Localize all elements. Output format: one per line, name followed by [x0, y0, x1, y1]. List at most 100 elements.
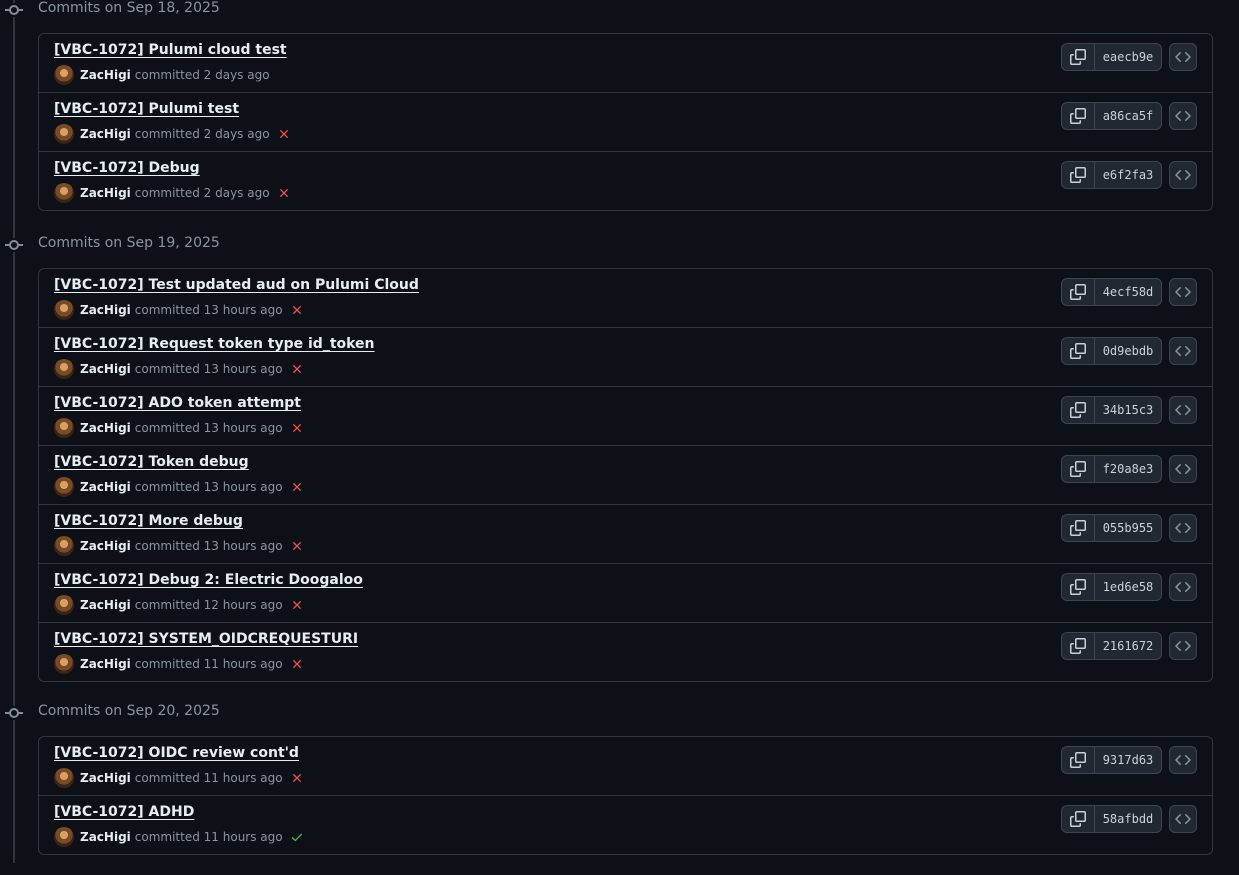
- fail-x-icon[interactable]: [290, 362, 304, 376]
- fail-x-icon[interactable]: [290, 303, 304, 317]
- copy-icon: [1070, 579, 1086, 595]
- commit-row: [VBC-1072] SYSTEM_OIDCREQUESTURI ZacHigi c…: [39, 622, 1212, 681]
- browse-repo-button[interactable]: [1169, 746, 1197, 774]
- commit-author-link[interactable]: ZacHigi: [80, 127, 131, 141]
- commit-meta: ZacHigi committed 2 days ago: [54, 183, 291, 203]
- avatar[interactable]: [54, 183, 74, 203]
- fail-x-icon[interactable]: [290, 421, 304, 435]
- commit-author-link[interactable]: ZacHigi: [80, 421, 131, 435]
- copy-icon: [1070, 284, 1086, 300]
- copy-sha-button[interactable]: [1062, 806, 1095, 832]
- browse-repo-button[interactable]: [1169, 455, 1197, 483]
- copy-sha-button[interactable]: [1062, 574, 1095, 600]
- avatar[interactable]: [54, 768, 74, 788]
- commit-author-link[interactable]: ZacHigi: [80, 598, 131, 612]
- fail-x-icon[interactable]: [290, 657, 304, 671]
- commit-sha-link[interactable]: 1ed6e58: [1095, 574, 1161, 600]
- commit-title-link[interactable]: [VBC-1072] ADHD: [54, 804, 194, 820]
- commit-author-link[interactable]: ZacHigi: [80, 480, 131, 494]
- browse-repo-button[interactable]: [1169, 278, 1197, 306]
- commit-author-link[interactable]: ZacHigi: [80, 303, 131, 317]
- sha-button-group: 0d9ebdb: [1061, 337, 1162, 365]
- fail-x-icon[interactable]: [290, 598, 304, 612]
- commit-meta: ZacHigi committed 13 hours ago: [54, 536, 304, 556]
- browse-repo-button[interactable]: [1169, 102, 1197, 130]
- commit-sha-link[interactable]: a86ca5f: [1095, 103, 1161, 129]
- success-check-icon[interactable]: [290, 830, 304, 844]
- commit-title-link[interactable]: [VBC-1072] Debug: [54, 160, 200, 176]
- copy-sha-button[interactable]: [1062, 633, 1095, 659]
- browse-repo-button[interactable]: [1169, 161, 1197, 189]
- commit-title-link[interactable]: [VBC-1072] ADO token attempt: [54, 395, 301, 411]
- commit-meta: ZacHigi committed 12 hours ago: [54, 595, 304, 615]
- avatar[interactable]: [54, 300, 74, 320]
- fail-x-icon[interactable]: [290, 480, 304, 494]
- commit-sha-link[interactable]: 055b955: [1095, 515, 1161, 541]
- copy-sha-button[interactable]: [1062, 103, 1095, 129]
- avatar[interactable]: [54, 418, 74, 438]
- commit-title-link[interactable]: [VBC-1072] Request token type id_token: [54, 336, 375, 352]
- commit-title-link[interactable]: [VBC-1072] Debug 2: Electric Doogaloo: [54, 572, 363, 588]
- commit-title-link[interactable]: [VBC-1072] Pulumi test: [54, 101, 239, 117]
- copy-sha-button[interactable]: [1062, 162, 1095, 188]
- commit-time: committed 11 hours ago: [134, 771, 283, 785]
- browse-repo-button[interactable]: [1169, 632, 1197, 660]
- fail-x-icon[interactable]: [290, 771, 304, 785]
- avatar[interactable]: [54, 124, 74, 144]
- commit-author-link[interactable]: ZacHigi: [80, 657, 131, 671]
- commit-sha-link[interactable]: e6f2fa3: [1095, 162, 1161, 188]
- browse-repo-button[interactable]: [1169, 514, 1197, 542]
- copy-sha-button[interactable]: [1062, 44, 1095, 70]
- commit-title-link[interactable]: [VBC-1072] SYSTEM_OIDCREQUESTURI: [54, 631, 358, 647]
- commit-row: [VBC-1072] Debug 2: Electric Doogaloo Zac…: [39, 563, 1212, 622]
- fail-x-icon[interactable]: [277, 186, 291, 200]
- avatar[interactable]: [54, 595, 74, 615]
- copy-sha-button[interactable]: [1062, 279, 1095, 305]
- code-icon: [1175, 579, 1191, 595]
- commit-list: [VBC-1072] Pulumi cloud test ZacHigi commi…: [38, 33, 1213, 211]
- copy-icon: [1070, 402, 1086, 418]
- avatar[interactable]: [54, 359, 74, 379]
- commit-title-link[interactable]: [VBC-1072] Token debug: [54, 454, 249, 470]
- fail-x-icon[interactable]: [277, 127, 291, 141]
- avatar[interactable]: [54, 65, 74, 85]
- commit-author-link[interactable]: ZacHigi: [80, 539, 131, 553]
- avatar[interactable]: [54, 654, 74, 674]
- commit-author-link[interactable]: ZacHigi: [80, 186, 131, 200]
- browse-repo-button[interactable]: [1169, 396, 1197, 424]
- browse-repo-button[interactable]: [1169, 337, 1197, 365]
- commit-author-link[interactable]: ZacHigi: [80, 830, 131, 844]
- commit-sha-link[interactable]: 34b15c3: [1095, 397, 1161, 423]
- copy-sha-button[interactable]: [1062, 515, 1095, 541]
- fail-x-icon[interactable]: [290, 539, 304, 553]
- browse-repo-button[interactable]: [1169, 573, 1197, 601]
- commit-author-link[interactable]: ZacHigi: [80, 362, 131, 376]
- copy-sha-button[interactable]: [1062, 456, 1095, 482]
- avatar[interactable]: [54, 827, 74, 847]
- commit-sha-link[interactable]: 4ecf58d: [1095, 279, 1161, 305]
- commit-author-link[interactable]: ZacHigi: [80, 771, 131, 785]
- commit-time: committed 11 hours ago: [134, 830, 283, 844]
- avatar[interactable]: [54, 477, 74, 497]
- avatar[interactable]: [54, 536, 74, 556]
- commit-title-link[interactable]: [VBC-1072] Test updated aud on Pulumi Cl…: [54, 277, 419, 293]
- copy-sha-button[interactable]: [1062, 747, 1095, 773]
- code-icon: [1175, 343, 1191, 359]
- commit-sha-link[interactable]: f20a8e3: [1095, 456, 1161, 482]
- commit-sha-link[interactable]: 58afbdd: [1095, 806, 1161, 832]
- copy-sha-button[interactable]: [1062, 338, 1095, 364]
- sha-button-group: f20a8e3: [1061, 455, 1162, 483]
- commit-sha-link[interactable]: eaecb9e: [1095, 44, 1161, 70]
- sha-button-group: 34b15c3: [1061, 396, 1162, 424]
- commit-sha-link[interactable]: 2161672: [1095, 633, 1161, 659]
- commit-title-link[interactable]: [VBC-1072] OIDC review cont'd: [54, 745, 299, 761]
- commit-time: committed 2 days ago: [134, 186, 270, 200]
- commit-author-link[interactable]: ZacHigi: [80, 68, 131, 82]
- commit-sha-link[interactable]: 0d9ebdb: [1095, 338, 1161, 364]
- commit-title-link[interactable]: [VBC-1072] More debug: [54, 513, 243, 529]
- commit-sha-link[interactable]: 9317d63: [1095, 747, 1161, 773]
- browse-repo-button[interactable]: [1169, 43, 1197, 71]
- copy-sha-button[interactable]: [1062, 397, 1095, 423]
- commit-title-link[interactable]: [VBC-1072] Pulumi cloud test: [54, 42, 287, 58]
- browse-repo-button[interactable]: [1169, 805, 1197, 833]
